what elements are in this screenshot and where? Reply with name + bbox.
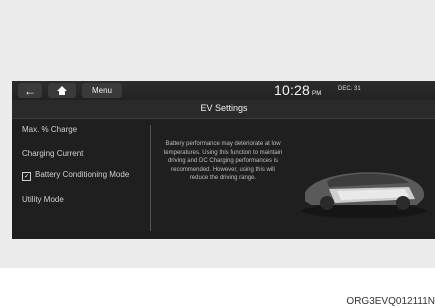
menu-item-label: Charging Current	[22, 149, 84, 158]
menu-item-max-charge[interactable]: Max. % Charge	[22, 125, 77, 134]
back-button[interactable]: ←	[18, 83, 42, 98]
clock: 10:28 PM	[274, 82, 321, 98]
date-label: DEC. 31	[338, 86, 361, 92]
menu-item-charging-current[interactable]: Charging Current	[22, 149, 83, 158]
home-icon	[57, 86, 67, 95]
infotainment-screen: ← Menu 10:28 PM DEC. 31 EV Settings Max. …	[12, 81, 435, 239]
page-title: EV Settings	[200, 103, 248, 113]
top-bar: ← Menu 10:28 PM DEC. 31	[12, 81, 435, 100]
left-arrow-icon: ←	[24, 83, 36, 98]
menu-item-utility-mode[interactable]: Utility Mode	[22, 195, 64, 204]
menu-button[interactable]: Menu	[82, 83, 122, 98]
divider	[150, 125, 151, 231]
menu-item-label: Max. % Charge	[22, 125, 78, 134]
clock-time: 10:28	[274, 82, 311, 98]
home-button[interactable]	[48, 83, 76, 98]
menu-item-battery-conditioning[interactable]: ✓ Battery Conditioning Mode	[22, 171, 130, 181]
title-bar: EV Settings	[12, 100, 435, 119]
figure-caption: ORG3EVQ012111N	[346, 296, 435, 307]
car-illustration-icon	[302, 172, 426, 218]
settings-menu: Max. % Charge Charging Current ✓ Battery…	[12, 119, 152, 239]
description-text: Battery performance may deteriorate at l…	[163, 141, 283, 182]
clock-ampm: PM	[312, 91, 322, 97]
battery-conditioning-checkbox[interactable]: ✓	[22, 172, 31, 181]
menu-item-label: Utility Mode	[22, 195, 64, 204]
menu-label: Menu	[91, 86, 112, 95]
menu-item-label: Battery Conditioning Mode	[35, 170, 130, 179]
